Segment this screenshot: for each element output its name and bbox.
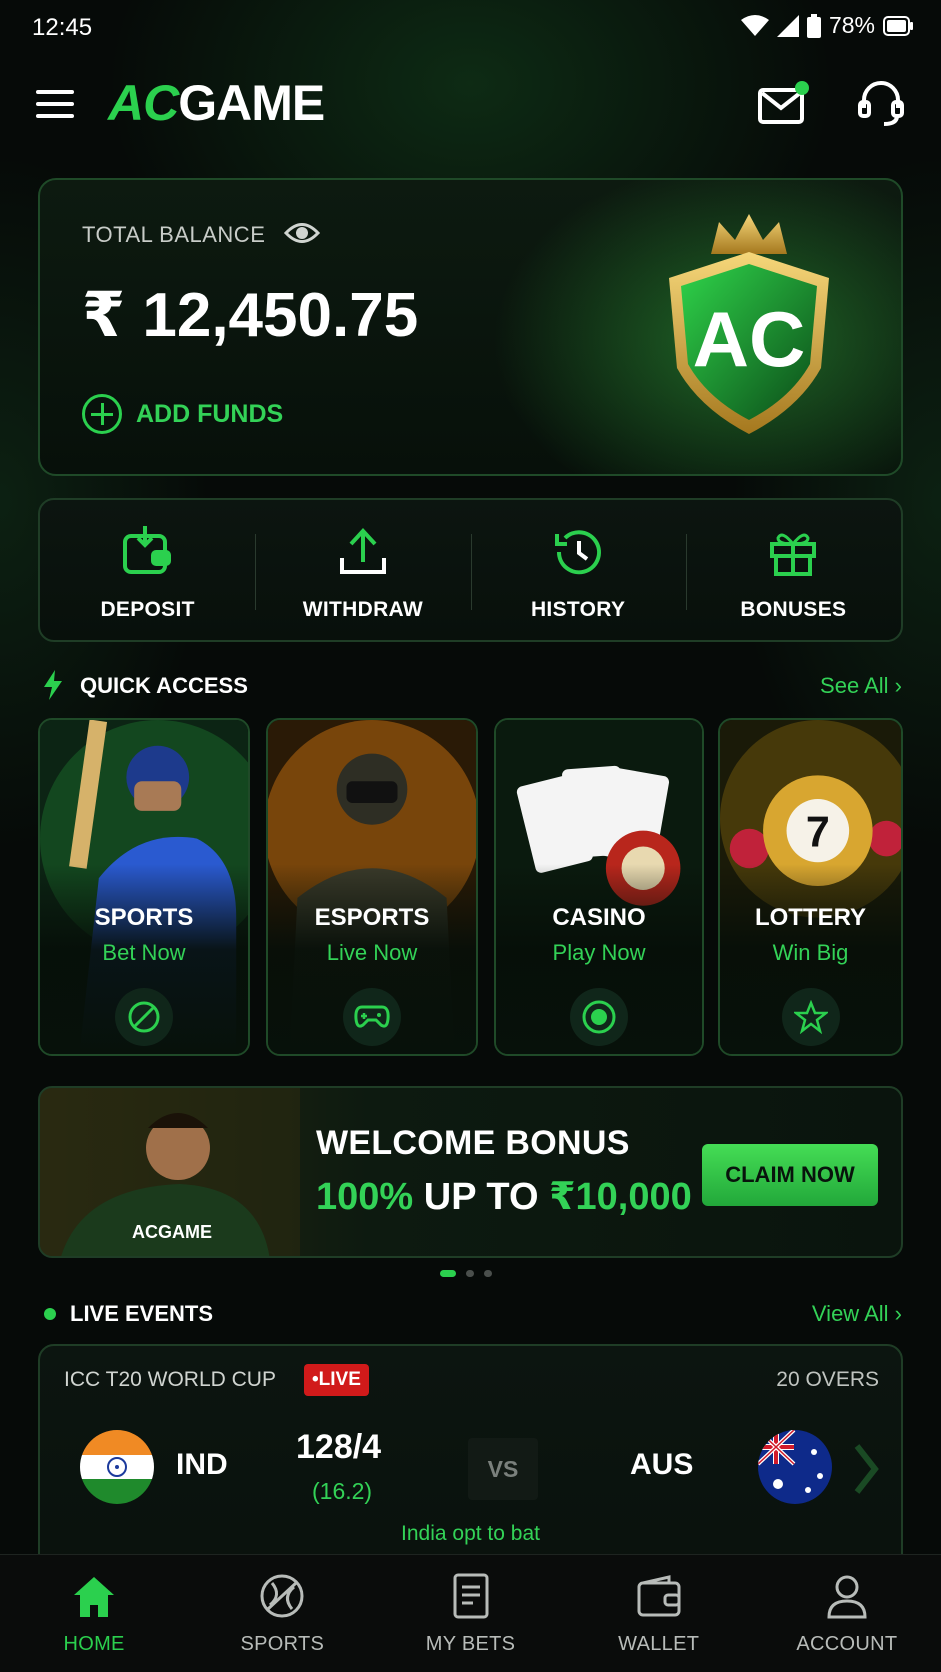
casino-chip-icon <box>570 988 628 1046</box>
eye-icon[interactable] <box>284 218 320 248</box>
withdraw-label: WITHDRAW <box>302 598 423 621</box>
balance-label: TOTAL BALANCE <box>82 222 266 247</box>
deposit-button[interactable]: DEPOSIT <box>40 500 255 640</box>
nav-home[interactable]: HOME <box>0 1555 188 1672</box>
emblem-text: AC <box>693 295 806 383</box>
view-all-link[interactable]: View All › <box>812 1301 902 1327</box>
lightning-icon <box>44 670 62 700</box>
tile-sub: Play Now <box>552 940 646 965</box>
gamepad-icon <box>343 988 401 1046</box>
lottery-tile[interactable]: 7 LOTTERY Win Big <box>718 718 903 1056</box>
carousel-dot[interactable] <box>484 1270 492 1277</box>
app-logo[interactable]: ACGAME <box>108 74 325 132</box>
tile-name: LOTTERY <box>754 904 867 931</box>
claim-now-button[interactable]: CLAIM NOW <box>702 1144 878 1206</box>
upload-icon <box>339 528 386 574</box>
withdraw-button[interactable]: WITHDRAW <box>255 500 470 640</box>
event-league: ICC T20 WORLD CUP <box>64 1368 276 1391</box>
nav-label: MY BETS <box>425 1633 516 1655</box>
india-flag-icon <box>80 1430 154 1504</box>
live-events-header: LIVE EVENTS View All › <box>42 1298 902 1330</box>
versus-label: VS <box>468 1438 538 1500</box>
status-time: 12:45 <box>32 14 93 41</box>
headset-support-icon[interactable] <box>856 78 906 128</box>
quick-access-header: QUICK ACCESS See All › <box>42 670 902 702</box>
chevron-right-icon[interactable] <box>853 1442 879 1496</box>
user-icon <box>827 1575 867 1619</box>
tile-sub: Live Now <box>326 940 418 965</box>
star-icon <box>781 988 840 1046</box>
match-score: 128/4 <box>296 1428 382 1466</box>
ac-shield-emblem: AC <box>669 214 829 434</box>
banner-player-image: ACGAME <box>40 1088 300 1256</box>
nav-wallet[interactable]: WALLET <box>565 1555 753 1672</box>
add-funds-button[interactable]: ADD FUNDS <box>82 394 283 434</box>
carousel-dots <box>440 1270 492 1277</box>
away-team: AUS <box>630 1448 694 1481</box>
gift-icon <box>770 533 817 576</box>
banner-title: WELCOME BONUS <box>316 1124 630 1162</box>
tile-sub: Bet Now <box>102 940 186 965</box>
home-team: IND <box>176 1448 228 1481</box>
tile-name: SPORTS <box>94 904 194 931</box>
carousel-dot[interactable] <box>440 1270 456 1277</box>
wifi-icon <box>740 14 769 36</box>
hamburger-menu-icon[interactable] <box>36 90 74 120</box>
tile-name: CASINO <box>552 904 646 931</box>
carousel-dot[interactable] <box>466 1270 474 1277</box>
history-icon <box>555 530 602 575</box>
bonuses-button[interactable]: BONUSES <box>685 500 901 640</box>
nav-sports[interactable]: SPORTS <box>188 1555 376 1672</box>
live-events-title: LIVE EVENTS <box>70 1301 214 1326</box>
sports-tile[interactable]: SPORTS Bet Now <box>38 718 250 1056</box>
history-button[interactable]: HISTORY <box>470 500 686 640</box>
bet-slip-icon <box>453 1573 488 1619</box>
nav-label: HOME <box>63 1633 125 1655</box>
casino-tile[interactable]: CASINO Play Now <box>494 718 704 1056</box>
mail-icon[interactable] <box>756 80 812 126</box>
plus-circle-icon <box>82 394 122 434</box>
home-icon <box>74 1577 115 1617</box>
battery-icon <box>883 15 913 36</box>
wallet-download-icon <box>122 526 171 574</box>
see-all-link[interactable]: See All › <box>820 673 902 699</box>
toss-info: India opt to bat <box>401 1522 540 1545</box>
esports-tile[interactable]: ESPORTS Live Now <box>266 718 478 1056</box>
lottery-ball-number: 7 <box>806 808 830 856</box>
sports-ball-icon <box>115 988 173 1046</box>
history-label: HISTORY <box>530 598 626 621</box>
status-bar: 12:45 78% <box>0 0 941 56</box>
nav-label: ACCOUNT <box>796 1633 898 1655</box>
jersey-text: ACGAME <box>132 1222 212 1242</box>
quick-access-title: QUICK ACCESS <box>80 673 248 698</box>
match-overs: (16.2) <box>312 1478 373 1504</box>
bottom-navigation: HOME SPORTS MY BETS WALLET ACCOUNT <box>0 1554 941 1672</box>
balance-value: ₹ 12,450.75 <box>82 281 419 350</box>
battery-small-icon <box>806 13 821 38</box>
nav-my-bets[interactable]: MY BETS <box>376 1555 564 1672</box>
banner-offer: 100% UP TO ₹10,000 <box>316 1176 692 1218</box>
live-badge: •LIVE <box>304 1364 369 1396</box>
sports-ball-icon <box>260 1574 304 1618</box>
live-dot-icon <box>44 1308 56 1320</box>
signal-icon <box>776 14 799 37</box>
event-format: 20 OVERS <box>776 1368 879 1391</box>
wallet-actions-bar: DEPOSIT WITHDRAW HISTORY BONUSES <box>38 498 903 642</box>
nav-label: WALLET <box>618 1633 700 1655</box>
bonuses-label: BONUSES <box>740 598 847 621</box>
wallet-icon <box>637 1575 681 1617</box>
tile-name: ESPORTS <box>314 904 430 931</box>
welcome-bonus-banner[interactable]: ACGAME WELCOME BONUS 100% UP TO ₹10,000 … <box>38 1086 903 1258</box>
nav-label: SPORTS <box>240 1633 325 1655</box>
tile-sub: Win Big <box>772 940 849 965</box>
app-header: ACGAME <box>0 68 941 138</box>
balance-card: TOTAL BALANCE ₹ 12,450.75 ADD FUNDS AC <box>38 178 903 476</box>
battery-percent: 78% <box>828 12 875 38</box>
add-funds-label: ADD FUNDS <box>136 399 284 428</box>
deposit-label: DEPOSIT <box>100 598 195 621</box>
nav-account[interactable]: ACCOUNT <box>753 1555 941 1672</box>
australia-flag-icon <box>758 1430 832 1504</box>
